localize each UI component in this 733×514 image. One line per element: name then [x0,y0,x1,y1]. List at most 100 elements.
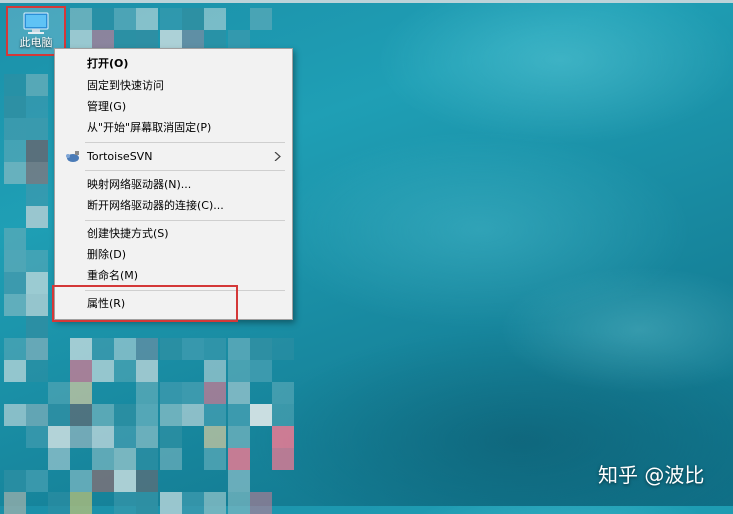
mosaic-tile [272,426,294,448]
mosaic-tile [160,338,182,360]
mosaic-tile [136,470,158,492]
menu-item-map-network-drive[interactable]: 映射网络驱动器(N)... [57,174,290,195]
mosaic-tile [204,8,226,30]
mosaic-tile [204,338,226,360]
mosaic-tile [26,426,48,448]
mosaic-tile [26,250,48,272]
mosaic-tile [4,250,26,272]
mosaic-tile [228,426,250,448]
mosaic-tile [160,448,182,470]
mosaic-tile [4,404,26,426]
mosaic-tile [250,360,272,382]
mosaic-tile [48,382,70,404]
menu-item-create-shortcut[interactable]: 创建快捷方式(S) [57,223,290,244]
menu-item-label: 固定到快速访问 [87,79,164,92]
menu-item-rename[interactable]: 重命名(M) [57,265,290,286]
mosaic-tile [160,426,182,448]
menu-separator [85,220,285,221]
menu-item-label: 管理(G) [87,100,127,113]
menu-item-manage[interactable]: 管理(G) [57,96,290,117]
mosaic-tile [48,426,70,448]
mosaic-tile [92,426,114,448]
mosaic-tile [182,338,204,360]
mosaic-tile [4,162,26,184]
mosaic-tile [136,492,158,514]
mosaic-tile [4,492,26,514]
mosaic-tile [26,74,48,96]
menu-item-tortoisesvn[interactable]: TortoiseSVN [57,146,290,167]
mosaic-tile [250,404,272,426]
menu-item-label: 打开(O) [87,57,129,70]
mosaic-tile [228,404,250,426]
mosaic-tile [182,8,204,30]
mosaic-tile [70,492,92,514]
mosaic-tile [250,492,272,514]
menu-item-label: TortoiseSVN [87,150,153,163]
mosaic-tile [26,272,48,294]
menu-item-label: 删除(D) [87,248,127,261]
mosaic-tile [136,404,158,426]
mosaic-tile [26,118,48,140]
mosaic-tile [136,8,158,30]
mosaic-tile [228,470,250,492]
mosaic-tile [4,294,26,316]
mosaic-tile [92,360,114,382]
mosaic-tile [4,228,26,250]
mosaic-tile [26,338,48,360]
mosaic-tile [70,426,92,448]
mosaic-tile [114,404,136,426]
mosaic-tile [70,8,92,30]
menu-item-delete[interactable]: 删除(D) [57,244,290,265]
mosaic-tile [4,118,26,140]
mosaic-tile [136,360,158,382]
mosaic-tile [114,448,136,470]
mosaic-tile [92,8,114,30]
mosaic-tile [228,360,250,382]
menu-item-disconnect-network-drive[interactable]: 断开网络驱动器的连接(C)... [57,195,290,216]
mosaic-tile [204,426,226,448]
menu-item-unpin-start[interactable]: 从"开始"屏幕取消固定(P) [57,117,290,138]
menu-item-label: 创建快捷方式(S) [87,227,169,240]
mosaic-tile [228,492,250,514]
mosaic-tile [92,448,114,470]
mosaic-tile [26,294,48,316]
mosaic-tile [70,470,92,492]
mosaic-tile [204,448,226,470]
computer-icon [23,12,49,34]
mosaic-tile [26,470,48,492]
mosaic-tile [136,338,158,360]
mosaic-tile [204,492,226,514]
mosaic-tile [272,404,294,426]
mosaic-tile [160,404,182,426]
tortoisesvn-icon [66,151,79,162]
mosaic-tile [204,404,226,426]
mosaic-tile [204,382,226,404]
mosaic-tile [70,382,92,404]
mosaic-tile [250,338,272,360]
mosaic-tile [4,338,26,360]
mosaic-tile [4,96,26,118]
mosaic-tile [4,140,26,162]
context-menu: 打开(O) 固定到快速访问 管理(G) 从"开始"屏幕取消固定(P) Torto… [54,48,293,320]
mosaic-tile [92,404,114,426]
menu-item-label: 从"开始"屏幕取消固定(P) [87,121,212,134]
mosaic-tile [114,8,136,30]
mosaic-tile [160,8,182,30]
mosaic-tile [272,382,294,404]
mosaic-tile [136,382,158,404]
mosaic-tile [114,470,136,492]
mosaic-tile [228,448,250,470]
mosaic-tile [92,338,114,360]
properties-highlight-box [52,285,238,322]
menu-item-open[interactable]: 打开(O) [57,53,290,74]
mosaic-tile [26,96,48,118]
mosaic-tile [228,382,250,404]
mosaic-tile [26,184,48,206]
mosaic-tile [4,470,26,492]
mosaic-tile [26,316,48,338]
mosaic-tile [70,338,92,360]
mosaic-tile [26,206,48,228]
mosaic-tile [48,448,70,470]
mosaic-tile [136,426,158,448]
menu-item-pin-quick-access[interactable]: 固定到快速访问 [57,75,290,96]
